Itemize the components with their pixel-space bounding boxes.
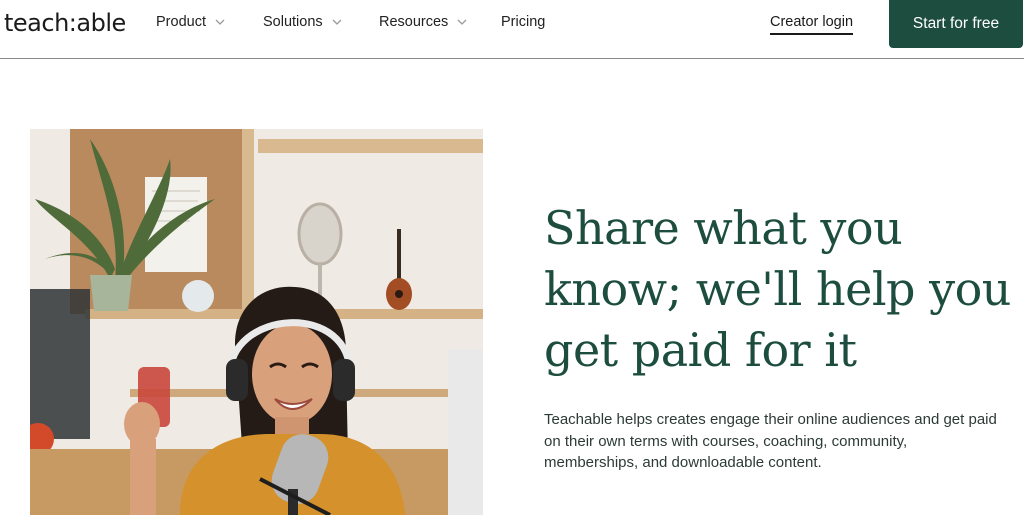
nav-solutions[interactable]: Solutions xyxy=(263,14,343,30)
hero-headline: Share what you know; we'll help you get … xyxy=(544,201,1011,377)
site-header: teach:able Product Solutions Resources P… xyxy=(0,0,1024,59)
nav-product[interactable]: Product xyxy=(156,14,226,30)
chevron-down-icon xyxy=(215,19,225,25)
page: teach:able Product Solutions Resources P… xyxy=(0,0,1024,515)
teachable-logo[interactable]: teach:able xyxy=(4,9,126,37)
chevron-down-icon xyxy=(332,19,342,25)
hero-subtext: Teachable helps creates engage their onl… xyxy=(544,411,997,471)
nav-solutions-label: Solutions xyxy=(263,14,323,30)
nav-resources-label: Resources xyxy=(379,14,449,30)
start-for-free-button[interactable]: Start for free xyxy=(889,0,1023,48)
nav-resources[interactable]: Resources xyxy=(379,14,468,30)
creator-login-link[interactable]: Creator login xyxy=(770,14,854,35)
nav-pricing[interactable]: Pricing xyxy=(501,14,545,30)
nav-product-label: Product xyxy=(156,14,206,30)
chevron-down-icon xyxy=(457,19,467,25)
nav-pricing-label: Pricing xyxy=(501,14,546,30)
hero-photo xyxy=(30,129,483,515)
